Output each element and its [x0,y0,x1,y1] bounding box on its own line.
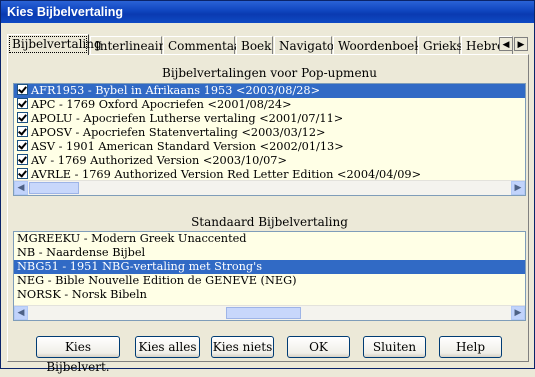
tab-scroll-left-icon[interactable]: ◀ [499,37,513,51]
kies-alles-button[interactable]: Kies alles [135,336,200,358]
tab-bijbelvertaling[interactable]: Bijbelvertaling [7,34,102,55]
checkbox[interactable] [17,98,28,109]
list-item[interactable]: NEG - Bible Nouvelle Edition de GENEVE (… [14,274,525,288]
checkbox[interactable] [17,168,28,179]
checkbox[interactable] [17,112,28,123]
list-item[interactable]: APOLU - Apocriefen Lutherse vertaling <2… [14,112,525,126]
checkbox[interactable] [17,140,28,151]
window-title: Kies Bijbelvertaling [7,5,124,19]
tab-woordenboek[interactable]: Woordenboek [333,36,422,54]
list-item[interactable]: APOSV - Apocriefen Statenvertaling <2003… [14,126,525,140]
list-item[interactable]: AV - 1769 Authorized Version <2003/10/07… [14,154,525,168]
checkbox[interactable] [17,126,28,137]
horizontal-scrollbar[interactable]: ◀ ▶ [14,305,525,320]
scroll-left-icon[interactable]: ◀ [14,306,28,320]
sluiten-button[interactable]: Sluiten [363,336,426,358]
list-item[interactable]: AFR1953 - Bybel in Afrikaans 1953 <2003/… [14,84,525,98]
scroll-left-icon[interactable]: ◀ [14,181,28,195]
list-item[interactable]: ASV - 1901 American Standard Version <20… [14,140,525,154]
kies-niets-button[interactable]: Kies niets [211,336,274,358]
popup-translation-list[interactable]: AFR1953 - Bybel in Afrikaans 1953 <2003/… [13,83,526,196]
tab-scroll-right-icon[interactable]: ▶ [514,37,528,51]
tab-navigator[interactable]: Navigator [274,36,340,54]
standard-list-label: Standaard Bijbelvertaling [191,215,348,229]
popup-list-label: Bijbelvertalingen voor Pop-upmenu [162,66,377,80]
ok-button[interactable]: OK [287,336,350,358]
list-item[interactable]: NBG51 - 1951 NBG-vertaling met Strong's [14,260,525,274]
list-item[interactable]: MGREEKU - Modern Greek Unaccented [14,232,525,246]
help-button[interactable]: Help [439,336,502,358]
list-item[interactable]: APC - 1769 Oxford Apocriefen <2001/08/24… [14,98,525,112]
tab-grieks[interactable]: Grieks [418,36,463,54]
scroll-right-icon[interactable]: ▶ [511,306,525,320]
tab-strip: Bijbelvertaling Interlineair Commentaar … [7,34,529,55]
list-item[interactable]: NB - Naardense Bijbel [14,246,525,260]
scroll-right-icon[interactable]: ▶ [511,181,525,195]
horizontal-scrollbar[interactable]: ◀ ▶ [14,180,525,195]
tab-boek[interactable]: Boek [236,36,273,54]
scroll-thumb[interactable] [226,307,301,319]
kies-bijbelvert-button[interactable]: Kies Bijbelvert. [36,336,120,374]
scroll-thumb[interactable] [29,182,79,194]
dialog-window: Kies Bijbelvertaling Bijbelvertaling Int… [0,0,535,374]
checkbox[interactable] [17,154,28,165]
list-item[interactable]: NORSK - Norsk Bibeln [14,288,525,302]
standard-translation-list[interactable]: MGREEKU - Modern Greek Unaccented NB - N… [13,231,526,321]
tab-commentaar[interactable]: Commentaar [163,36,247,54]
title-bar[interactable]: Kies Bijbelvertaling [1,1,534,23]
checkbox[interactable] [17,84,28,95]
